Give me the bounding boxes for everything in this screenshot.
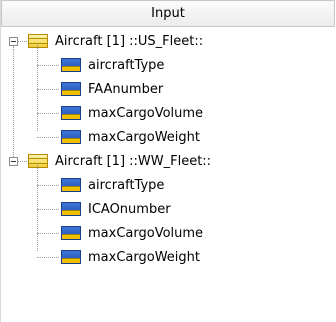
tree-node-attribute[interactable]: ICAOnumber [61,197,171,221]
tree-connector [37,165,38,251]
tree-connector [13,50,14,157]
tree-node-aircraft-us-fleet[interactable]: Aircraft [1] ::US_Fleet:: [28,29,203,53]
tree-node-attribute[interactable]: aircraftType [61,173,164,197]
class-icon [28,154,48,168]
tree-connector [18,41,27,42]
tree-connector [18,161,27,162]
attribute-icon [61,178,81,192]
tree-node-aircraft-ww-fleet[interactable]: Aircraft [1] ::WW_Fleet:: [28,149,211,173]
tree-node-attribute[interactable]: maxCargoVolume [61,221,203,245]
attribute-icon [61,106,81,120]
tree-node-label: maxCargoVolume [88,225,204,241]
tree-connector [37,257,59,258]
attribute-icon [61,202,81,216]
collapse-icon[interactable] [9,157,18,166]
tree-node-label: maxCargoWeight [88,249,200,265]
attribute-icon [61,82,81,96]
tree-node-label: ICAOnumber [88,201,171,217]
tree-connector [37,65,59,66]
tree-connector [37,45,38,131]
tree-connector [37,209,59,210]
attribute-icon [61,130,81,144]
collapse-icon[interactable] [9,37,18,46]
attribute-icon [61,250,81,264]
input-panel: Input Aircraft [1] ::US_Fleet:: aircraft… [0,0,336,322]
attribute-icon [61,58,81,72]
tree-node-label: maxCargoVolume [88,105,204,121]
tree-view: Aircraft [1] ::US_Fleet:: aircraftType F… [1,27,336,322]
column-header-input[interactable]: Input [1,0,335,27]
tree-node-attribute[interactable]: maxCargoWeight [61,125,200,149]
tree-node-label: Aircraft [1] ::WW_Fleet:: [55,153,212,169]
tree-node-label: FAAnumber [88,81,164,97]
tree-connector [37,113,59,114]
tree-node-label: Aircraft [1] ::US_Fleet:: [55,33,204,49]
tree-node-label: aircraftType [88,177,165,193]
tree-connector [37,233,59,234]
tree-node-attribute[interactable]: FAAnumber [61,77,163,101]
tree-node-label: maxCargoWeight [88,129,200,145]
tree-node-attribute[interactable]: maxCargoWeight [61,245,200,269]
tree-connector [37,89,59,90]
attribute-icon [61,226,81,240]
tree-node-attribute[interactable]: aircraftType [61,53,164,77]
tree-node-attribute[interactable]: maxCargoVolume [61,101,203,125]
class-icon [28,34,48,48]
tree-connector [37,185,59,186]
tree-node-label: aircraftType [88,57,165,73]
tree-connector [37,137,59,138]
